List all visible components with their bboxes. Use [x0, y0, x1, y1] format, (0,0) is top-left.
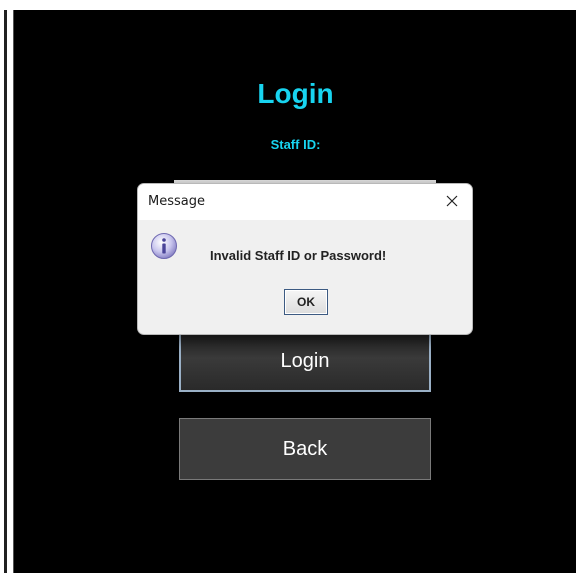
- back-button[interactable]: Back: [179, 418, 431, 480]
- staff-id-label: Staff ID:: [270, 137, 321, 152]
- ok-button[interactable]: OK: [284, 289, 328, 315]
- page-title: Login: [257, 78, 334, 109]
- message-dialog: Message Invalid Staff ID or Password! OK: [137, 183, 473, 335]
- dialog-title: Message: [148, 194, 205, 209]
- left-edge-strip: [0, 0, 13, 573]
- dialog-titlebar[interactable]: Message: [138, 184, 472, 220]
- dialog-message: Invalid Staff ID or Password!: [210, 248, 387, 263]
- info-icon: [150, 232, 178, 260]
- left-edge-line: [4, 10, 7, 573]
- close-icon[interactable]: [440, 190, 464, 212]
- login-button[interactable]: Login: [179, 330, 431, 392]
